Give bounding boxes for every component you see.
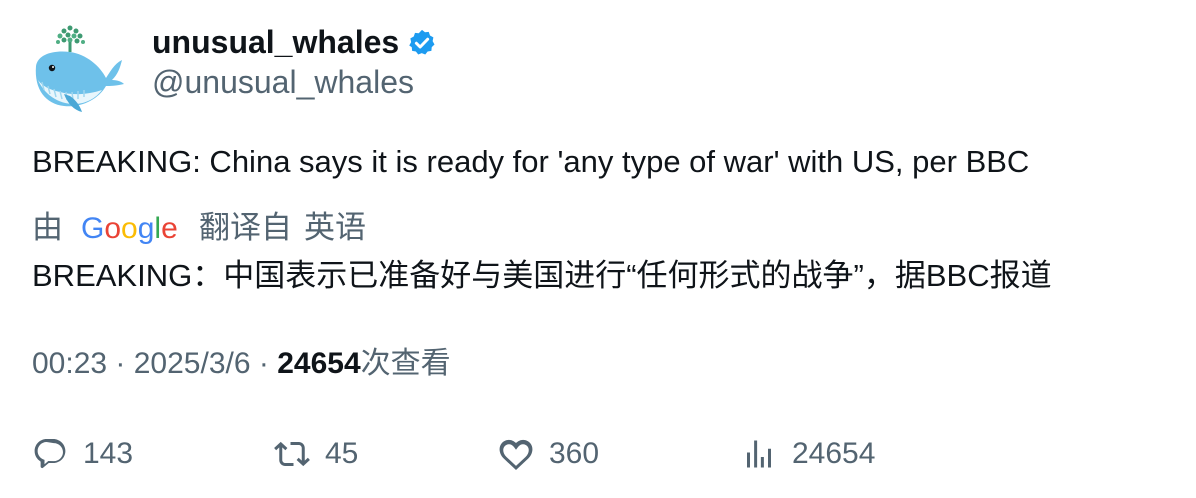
meta-separator: · (107, 347, 134, 380)
retweet-button[interactable]: 45 (274, 430, 358, 478)
author-display-name[interactable]: unusual_whales (152, 22, 399, 62)
author-handle[interactable]: @unusual_whales (152, 62, 414, 102)
reply-count: 143 (83, 437, 134, 470)
tweet-text: BREAKING: China says it is ready for 'an… (32, 144, 1030, 179)
whale-spout-icon (56, 25, 85, 52)
tweet-time[interactable]: 00:23 (32, 347, 107, 380)
action-bar: 143 45 360 24654 (0, 430, 1196, 478)
like-button[interactable]: 360 (498, 430, 599, 478)
tweet-date[interactable]: 2025/3/6 (134, 347, 251, 380)
reply-icon (34, 439, 66, 469)
svg-text:Google: Google (81, 212, 178, 245)
verified-badge-icon (409, 29, 435, 55)
avatar[interactable] (30, 24, 126, 114)
views-bar-chart-icon (747, 440, 771, 468)
translated-from-label: 翻译自 (199, 210, 292, 245)
reply-button[interactable]: 143 (32, 430, 133, 478)
views-count: 24654 (277, 347, 361, 380)
retweet-count: 45 (325, 437, 359, 470)
translation-by-label: 由 (32, 210, 63, 245)
google-logo-icon: Google (81, 212, 178, 245)
translation-attribution: 由 Google 翻译自 英语 (32, 208, 366, 248)
tweet-card: unusual_whales @unusual_whales BREAKING:… (0, 0, 1196, 498)
whale-icon (35, 51, 124, 112)
retweet-icon (274, 441, 310, 467)
views-label: 次查看 (360, 347, 451, 380)
meta-separator: · (250, 347, 278, 380)
views-button[interactable]: 24654 (741, 430, 875, 478)
like-count: 360 (549, 437, 600, 470)
heart-icon (499, 439, 533, 471)
views-action-count: 24654 (792, 437, 876, 470)
translated-tweet-text: BREAKING：中国表示已准备好与美国进行“任何形式的战争”，据BBC报道 (32, 258, 1052, 293)
source-language: 英语 (304, 210, 366, 245)
tweet-meta: 00:23 · 2025/3/6 · 24654次查看 (32, 344, 451, 384)
author-name-row: unusual_whales (152, 22, 437, 62)
